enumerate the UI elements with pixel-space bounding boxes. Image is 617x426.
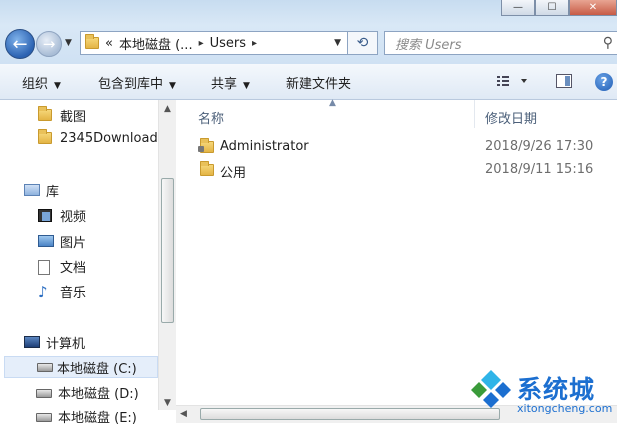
sidebar-item-label: 图片 <box>60 236 87 251</box>
column-header-date-modified[interactable]: 修改日期 <box>485 108 537 127</box>
file-name: Administrator <box>220 139 309 154</box>
command-bar: 组织 ▼ 包含到库中 ▼ 共享 ▼ 新建文件夹 ? <box>0 64 617 100</box>
new-folder-button[interactable]: 新建文件夹 <box>286 73 351 92</box>
share-menu[interactable]: 共享 ▼ <box>211 73 250 92</box>
organize-label: 组织 <box>22 77 49 92</box>
table-row[interactable]: 公用 2018/9/11 15:16 <box>176 160 617 182</box>
document-icon <box>38 259 50 275</box>
sidebar-item-documents[interactable]: 文档 <box>38 257 86 276</box>
sidebar-item-screenshots[interactable]: 截图 <box>38 105 87 125</box>
sidebar-item-music[interactable]: ♪ 音乐 <box>38 282 86 301</box>
caret-down-icon: ▼ <box>169 81 176 91</box>
sidebar-item-drive-c[interactable]: 本地磁盘 (C:) <box>4 356 158 378</box>
breadcrumb-separator-icon[interactable]: ▸ <box>199 38 204 49</box>
breadcrumb-separator-icon[interactable]: ▸ <box>252 38 257 49</box>
refresh-button[interactable]: ⟲ <box>348 31 378 55</box>
sidebar-item-drive-d[interactable]: 本地磁盘 (D:) <box>36 383 139 402</box>
watermark-brand: 系统城 <box>517 375 596 404</box>
sidebar-item-label: 视频 <box>60 210 87 225</box>
address-bar[interactable]: « 本地磁盘 (... ▸ Users ▸ ▼ <box>80 31 348 55</box>
include-in-library-menu[interactable]: 包含到库中 ▼ <box>98 73 176 92</box>
music-icon: ♪ <box>38 282 48 301</box>
include-in-library-label: 包含到库中 <box>98 77 164 92</box>
minimize-button[interactable]: — <box>501 0 535 16</box>
drive-icon <box>37 363 53 372</box>
search-input[interactable]: 搜索 Users ⚲ <box>384 31 617 55</box>
folder-icon <box>200 161 214 176</box>
folder-icon <box>198 138 214 153</box>
column-header-name[interactable]: 名称 <box>198 108 224 127</box>
sidebar-item-drive-e[interactable]: 本地磁盘 (E:) <box>36 407 137 426</box>
sidebar-item-label: 音乐 <box>60 286 87 301</box>
sidebar-item-label: 本地磁盘 (E:) <box>58 411 137 426</box>
library-icon <box>24 183 40 196</box>
file-date: 2018/9/26 17:30 <box>485 139 594 154</box>
caret-down-icon: ▼ <box>243 81 250 91</box>
sidebar-item-label: 库 <box>46 185 60 200</box>
scrollbar-thumb[interactable] <box>200 408 500 420</box>
video-icon <box>38 208 52 222</box>
scrollbar-thumb[interactable] <box>161 178 174 323</box>
breadcrumb-users[interactable]: Users <box>210 36 246 51</box>
drive-icon <box>36 388 52 398</box>
sidebar-item-computer[interactable]: 计算机 <box>24 333 85 352</box>
watermark: 系统城 xitongcheng.com <box>463 364 617 422</box>
sidebar-item-videos[interactable]: 视频 <box>38 206 86 225</box>
maximize-button[interactable]: ☐ <box>535 0 569 16</box>
back-arrow-icon: ← <box>12 33 28 55</box>
computer-icon <box>24 335 40 348</box>
back-button[interactable]: ← <box>5 29 35 59</box>
forward-arrow-icon: → <box>42 35 56 53</box>
sidebar-item-label: 计算机 <box>46 337 86 352</box>
scroll-left-icon[interactable]: ◀ <box>180 409 187 419</box>
table-row[interactable]: Administrator 2018/9/26 17:30 <box>176 137 617 159</box>
sidebar-item-label: 文档 <box>60 261 87 276</box>
sort-ascending-icon: ▲ <box>329 98 336 108</box>
column-headers: ▲ 名称 修改日期 <box>176 98 617 132</box>
scroll-down-icon[interactable]: ▼ <box>164 398 171 408</box>
scroll-up-icon[interactable]: ▲ <box>164 104 171 114</box>
search-icon[interactable]: ⚲ <box>603 35 613 51</box>
help-icon[interactable]: ? <box>595 73 613 91</box>
brand-logo-icon <box>471 370 511 408</box>
file-date: 2018/9/11 15:16 <box>485 162 594 177</box>
organize-menu[interactable]: 组织 ▼ <box>22 73 61 92</box>
lock-icon <box>198 146 204 152</box>
window-controls: — ☐ ✕ <box>501 0 617 18</box>
sidebar-item-label: 本地磁盘 (C:) <box>57 361 137 377</box>
share-label: 共享 <box>211 77 238 92</box>
caret-down-icon: ▼ <box>54 81 61 91</box>
column-divider[interactable] <box>474 100 475 128</box>
file-list: ▲ 名称 修改日期 Administrator 2018/9/26 17:30 … <box>176 98 617 405</box>
title-address-bar: — ☐ ✕ ← → ▼ « 本地磁盘 (... ▸ Users ▸ ▼ ⟲ 搜索… <box>0 0 617 64</box>
address-overflow-chevron[interactable]: « <box>105 36 113 51</box>
search-placeholder: 搜索 Users <box>395 37 462 53</box>
folder-icon <box>38 128 52 144</box>
sidebar-item-label: 本地磁盘 (D:) <box>58 387 139 402</box>
sidebar-item-pictures[interactable]: 图片 <box>38 232 86 251</box>
sidebar-item-2345downloads[interactable]: 2345Downloads <box>38 128 165 146</box>
sidebar-item-libraries[interactable]: 库 <box>24 181 59 200</box>
navigation-pane: 截图 2345Downloads 库 视频 图片 文档 ♪ 音乐 计算机 本地磁… <box>0 100 176 426</box>
drive-icon <box>36 412 52 422</box>
forward-button[interactable]: → <box>36 31 62 57</box>
change-view-icon[interactable] <box>497 75 527 91</box>
folder-icon <box>38 105 52 121</box>
sidebar-item-label: 2345Downloads <box>60 131 165 146</box>
folder-icon <box>85 34 99 49</box>
navigation-pane-scrollbar[interactable]: ▲ ▼ <box>158 100 177 410</box>
breadcrumb-local-disk[interactable]: 本地磁盘 (... <box>119 34 193 53</box>
watermark-url: xitongcheng.com <box>517 402 613 415</box>
file-name: 公用 <box>220 166 247 181</box>
picture-icon <box>38 234 54 247</box>
refresh-icon: ⟲ <box>356 35 369 51</box>
close-button[interactable]: ✕ <box>569 0 617 16</box>
preview-pane-icon[interactable] <box>556 74 572 88</box>
address-dropdown-icon[interactable]: ▼ <box>334 38 341 48</box>
recent-pages-dropdown[interactable]: ▼ <box>65 38 72 48</box>
sidebar-item-label: 截图 <box>60 110 87 125</box>
